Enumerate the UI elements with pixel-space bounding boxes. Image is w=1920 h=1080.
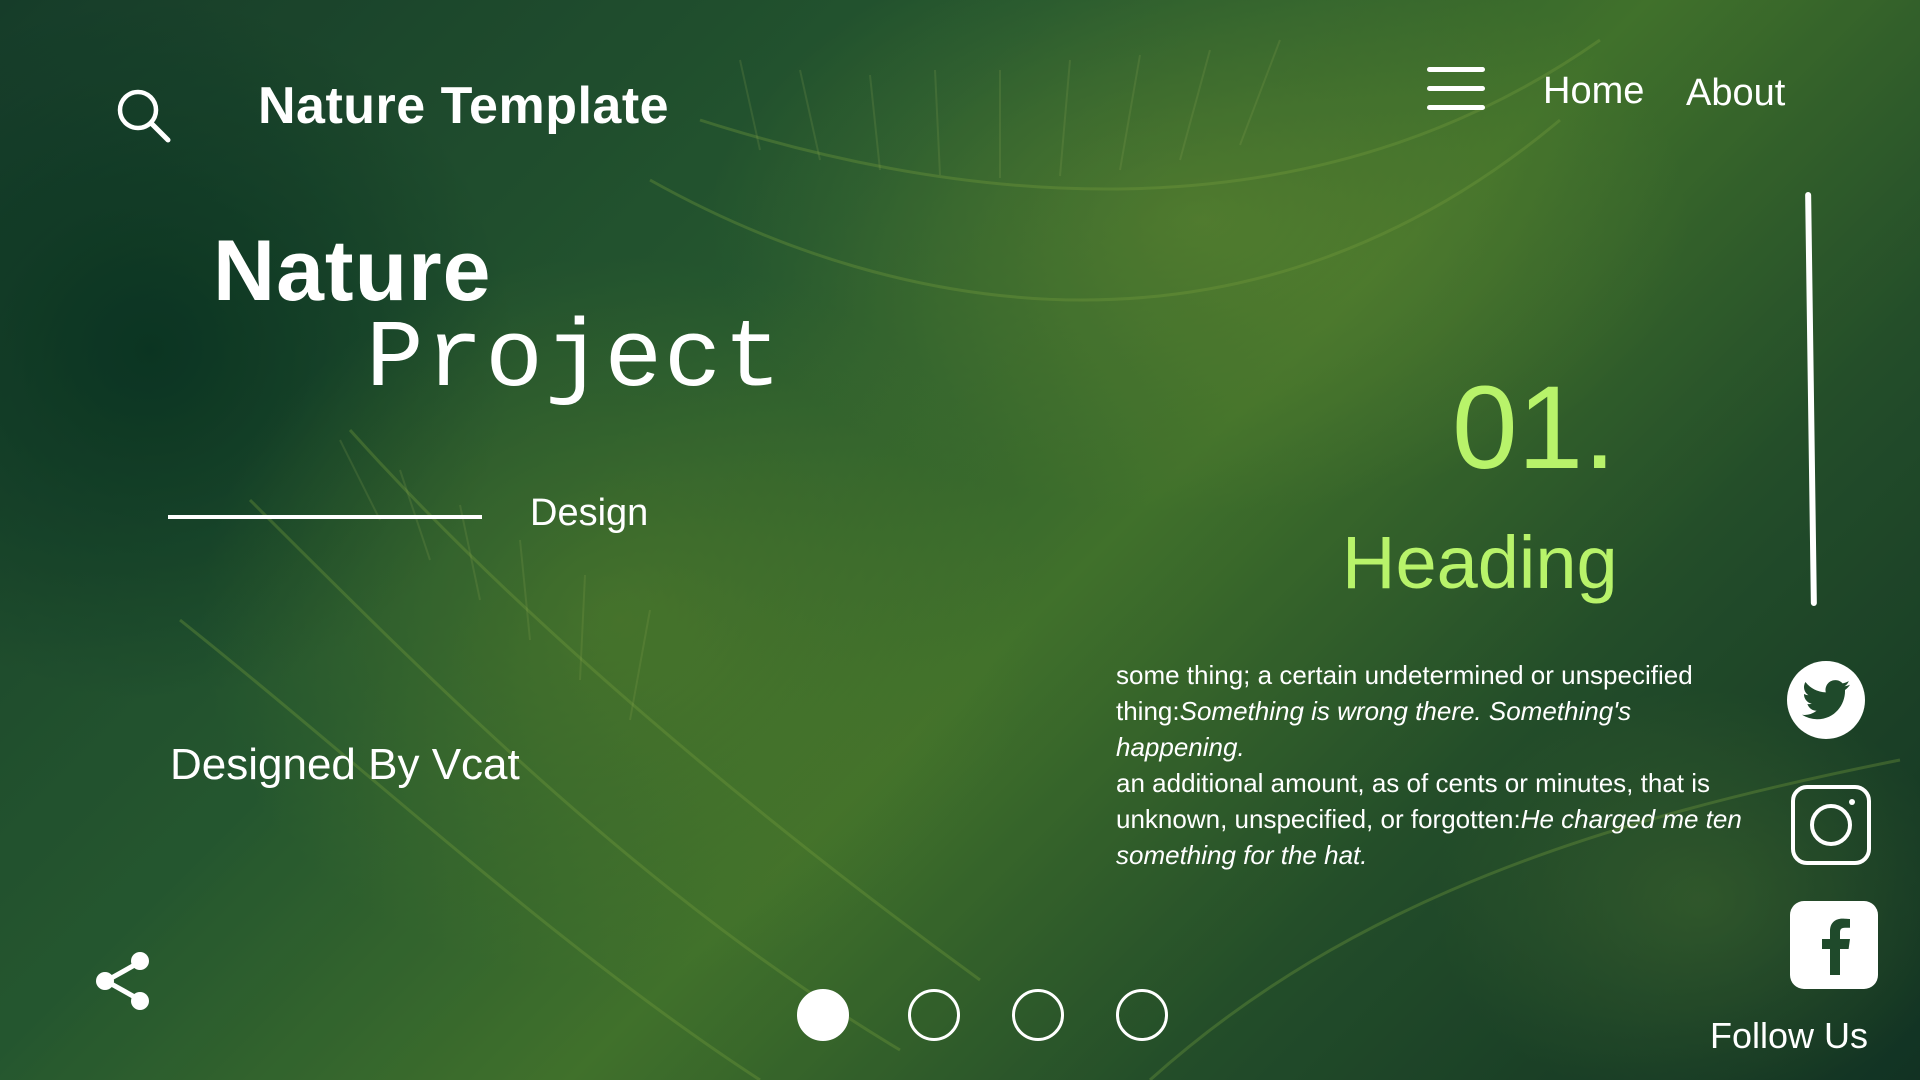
hero-title-project: Project (366, 305, 784, 414)
desc-example: Something is wrong there. Something's ha… (1116, 696, 1632, 762)
overlay-shade (0, 0, 1920, 1080)
search-icon[interactable] (116, 88, 172, 144)
section-heading: Heading (1342, 521, 1618, 604)
slide-dot-3[interactable] (1012, 989, 1064, 1041)
slide-dot-1[interactable] (797, 989, 849, 1041)
share-icon[interactable] (92, 950, 154, 1012)
nav-about-link[interactable]: About (1686, 72, 1785, 115)
description-paragraph-2: an additional amount, as of cents or min… (1116, 765, 1756, 873)
slide-dot-2[interactable] (908, 989, 960, 1041)
brand-title[interactable]: Nature Template (258, 76, 669, 136)
follow-us-label: Follow Us (1710, 1015, 1869, 1056)
slide-dot-4[interactable] (1116, 989, 1168, 1041)
facebook-icon[interactable] (1790, 901, 1878, 989)
section-number: 01. (1452, 362, 1617, 494)
design-label: Design (530, 492, 649, 534)
twitter-icon[interactable] (1787, 661, 1865, 739)
instagram-icon[interactable] (1791, 785, 1871, 865)
nav-home-link[interactable]: Home (1543, 70, 1644, 113)
design-divider (168, 515, 482, 519)
section-description: some thing; a certain undetermined or un… (1116, 657, 1756, 873)
designer-credit: Designed By Vcat (170, 740, 520, 789)
hamburger-menu-icon[interactable] (1427, 67, 1485, 113)
description-paragraph-1: some thing; a certain undetermined or un… (1116, 657, 1756, 765)
